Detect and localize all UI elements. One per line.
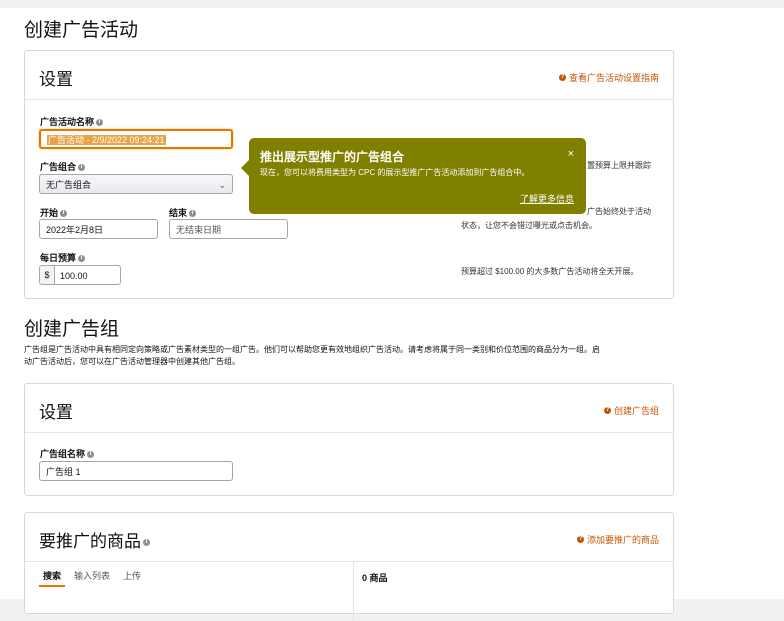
campaign-name-label: 广告活动名称 i bbox=[40, 115, 104, 128]
active-tab-indicator bbox=[39, 585, 65, 587]
campaign-name-label-text: 广告活动名称 bbox=[40, 117, 95, 127]
portfolio-label-text: 广告组合 bbox=[40, 162, 77, 172]
info-icon: i bbox=[143, 539, 150, 547]
settings-guide-link[interactable]: ? 查看广告活动设置指南 bbox=[558, 71, 659, 84]
ad-group-name-label-text: 广告组名称 bbox=[40, 449, 86, 459]
create-ad-group-link[interactable]: ? 创建广告组 bbox=[603, 404, 659, 417]
popover-body: 现在，您可以将费用类型为 CPC 的展示型推广广告活动添加到广告组合中。 bbox=[260, 168, 530, 177]
portfolio-select-value: 无广告组合 bbox=[46, 180, 92, 190]
card-title: 设置 bbox=[39, 403, 73, 422]
chevron-down-icon: ⌄ bbox=[218, 180, 226, 190]
daily-budget-input[interactable]: $ 100.00 bbox=[39, 265, 121, 285]
tab-search[interactable]: 搜索 bbox=[43, 569, 61, 582]
start-date-label: 开始 i bbox=[40, 206, 68, 219]
ad-group-settings-card: 设置 ? 创建广告组 广告组名称 i 广告组 1 bbox=[24, 383, 674, 496]
start-date-input[interactable]: 2022年2月8日 bbox=[39, 219, 158, 239]
card-header: 设置 ? 创建广告组 bbox=[25, 384, 673, 433]
daily-budget-label-text: 每日预算 bbox=[40, 253, 77, 263]
currency-symbol: $ bbox=[40, 266, 55, 284]
card-title: 设置 bbox=[39, 70, 73, 89]
add-products-link[interactable]: ? 添加要推广的商品 bbox=[576, 533, 659, 546]
ad-group-heading: 创建广告组 bbox=[24, 319, 120, 340]
portfolio-popover: 推出展示型推广的广告组合 × 现在，您可以将费用类型为 CPC 的展示型推广广告… bbox=[241, 138, 586, 214]
dates-help-text-1: 广告始终处于活动 bbox=[587, 207, 651, 216]
popover-title: 推出展示型推广的广告组合 bbox=[260, 150, 405, 164]
card-header: 设置 ? 查看广告活动设置指南 bbox=[25, 51, 673, 100]
help-icon: ? bbox=[576, 536, 584, 543]
column-divider bbox=[353, 561, 354, 621]
popover-arrow bbox=[241, 160, 249, 176]
help-icon: ? bbox=[603, 407, 611, 414]
page-title: 创建广告活动 bbox=[24, 20, 139, 41]
end-date-input[interactable]: 无结束日期 bbox=[169, 219, 288, 239]
info-icon: i bbox=[78, 164, 86, 172]
ad-group-name-label: 广告组名称 i bbox=[40, 447, 95, 460]
budget-help-text: 预算超过 $100.00 的大多数广告活动将全天开展。 bbox=[461, 267, 639, 276]
portfolio-help-text: 置预算上限并跟踪 bbox=[587, 161, 651, 170]
info-icon: i bbox=[87, 451, 95, 459]
ad-group-description-line2: 动广告活动后，您可以在广告活动管理器中创建其他广告组。 bbox=[24, 357, 240, 366]
products-title-text: 要推广的商品 bbox=[39, 532, 141, 551]
page: 创建广告活动 设置 ? 查看广告活动设置指南 广告活动名称 i 广告活动 - 2/… bbox=[0, 8, 784, 621]
end-date-label-text: 结束 bbox=[169, 208, 188, 218]
help-icon: ? bbox=[558, 74, 566, 81]
info-icon: i bbox=[189, 210, 197, 218]
start-date-label-text: 开始 bbox=[40, 208, 59, 218]
product-count: 0 商品 bbox=[362, 573, 388, 583]
portfolio-label: 广告组合 i bbox=[40, 160, 86, 173]
info-icon: i bbox=[96, 119, 104, 127]
card-header: 要推广的商品 i ? 添加要推广的商品 bbox=[25, 513, 673, 562]
dates-help-text-2: 状态，让您不会错过曝光或点击机会。 bbox=[461, 221, 597, 230]
info-icon: i bbox=[60, 210, 68, 218]
portfolio-select[interactable]: 无广告组合 ⌄ bbox=[39, 174, 233, 194]
end-date-label: 结束 i bbox=[169, 206, 197, 219]
create-ad-group-link-text: 创建广告组 bbox=[613, 406, 659, 416]
ad-group-name-input[interactable]: 广告组 1 bbox=[39, 461, 233, 481]
tab-enter-list[interactable]: 输入列表 bbox=[74, 569, 110, 582]
daily-budget-label: 每日预算 i bbox=[40, 251, 86, 264]
ad-group-description: 广告组是广告活动中具有相同定向策略或广告素材类型的一组广告。他们可以帮助您更有效… bbox=[24, 344, 684, 368]
info-icon: i bbox=[78, 255, 86, 263]
ad-group-description-line1: 广告组是广告活动中具有相同定向策略或广告素材类型的一组广告。他们可以帮助您更有效… bbox=[24, 345, 600, 354]
close-icon[interactable]: × bbox=[568, 148, 574, 160]
learn-more-link[interactable]: 了解更多信息 bbox=[520, 192, 574, 205]
campaign-name-value: 广告活动 - 2/9/2022 09:24:21 bbox=[47, 135, 166, 145]
add-products-link-text: 添加要推广的商品 bbox=[586, 535, 659, 545]
top-strip bbox=[0, 0, 784, 8]
settings-guide-link-text: 查看广告活动设置指南 bbox=[568, 73, 659, 83]
tab-upload[interactable]: 上传 bbox=[123, 569, 141, 582]
daily-budget-value: 100.00 bbox=[60, 271, 88, 281]
campaign-name-input[interactable]: 广告活动 - 2/9/2022 09:24:21 bbox=[39, 129, 233, 149]
card-title: 要推广的商品 i bbox=[39, 527, 150, 552]
